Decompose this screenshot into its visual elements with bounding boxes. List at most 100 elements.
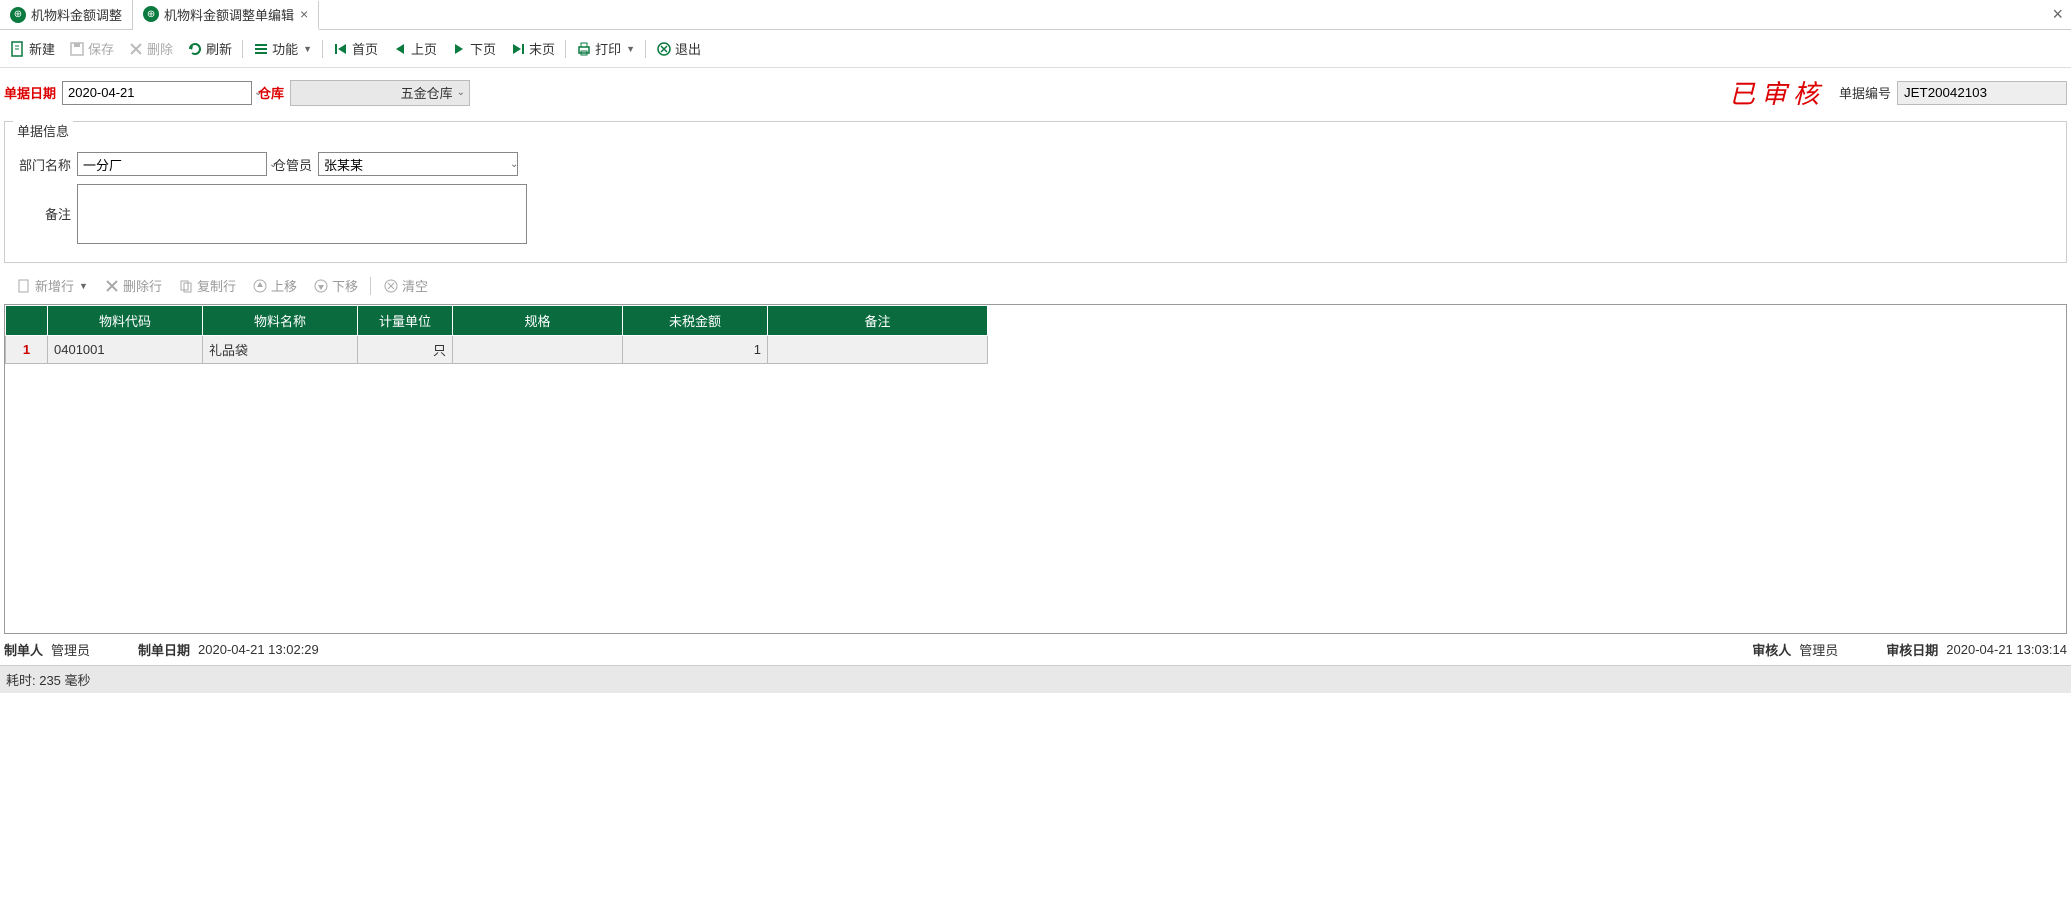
- col-header[interactable]: 规格: [453, 306, 623, 336]
- tab-adjust-list[interactable]: ⊕ 机物料金额调整: [0, 0, 133, 29]
- delete-button: 删除: [122, 36, 179, 61]
- save-icon: [69, 41, 85, 57]
- move-down-label: 下移: [332, 276, 358, 295]
- creator-label: 制单人: [4, 640, 43, 659]
- col-header[interactable]: 计量单位: [358, 306, 453, 336]
- new-label: 新建: [29, 39, 55, 58]
- keeper-field[interactable]: [319, 157, 505, 172]
- chevron-down-icon: ⌄: [457, 87, 465, 98]
- list-icon: [253, 41, 269, 57]
- prev-page-button[interactable]: 上页: [386, 36, 443, 61]
- del-row-button[interactable]: 删除行: [98, 273, 168, 298]
- function-label: 功能: [272, 39, 298, 58]
- add-row-button[interactable]: 新增行 ▼: [10, 273, 94, 298]
- move-up-label: 上移: [271, 276, 297, 295]
- clear-icon: [383, 278, 399, 294]
- print-label: 打印: [595, 39, 621, 58]
- tab-adjust-edit[interactable]: ⊕ 机物料金额调整单编辑 ×: [133, 1, 319, 30]
- col-header[interactable]: 物料代码: [48, 306, 203, 336]
- first-page-button[interactable]: 首页: [327, 36, 384, 61]
- docno-field: [1897, 81, 2067, 105]
- main-toolbar: 新建 保存 删除 刷新 功能 ▼ 首页 上页 下页 末页 打印 ▼: [0, 30, 2071, 68]
- delete-icon: [104, 278, 120, 294]
- separator: [565, 40, 566, 58]
- data-grid: 物料代码物料名称计量单位规格未税金额备注 10401001礼品袋只1: [5, 305, 988, 364]
- function-button[interactable]: 功能 ▼: [247, 36, 318, 61]
- prev-label: 上页: [411, 39, 437, 58]
- globe-icon: ⊕: [10, 7, 26, 23]
- refresh-label: 刷新: [206, 39, 232, 58]
- status-approved-stamp: 已审核: [1729, 74, 1825, 111]
- footer: 制单人 管理员 制单日期 2020-04-21 13:02:29 审核人 管理员…: [0, 634, 2071, 665]
- refresh-icon: [187, 41, 203, 57]
- grid-cell[interactable]: 只: [358, 336, 453, 364]
- grid-cell[interactable]: [453, 336, 623, 364]
- exit-button[interactable]: 退出: [650, 36, 707, 61]
- copy-row-label: 复制行: [197, 276, 236, 295]
- table-row[interactable]: 10401001礼品袋只1: [6, 336, 988, 364]
- warehouse-label: 仓库: [258, 83, 284, 102]
- rownum-header: [6, 306, 48, 336]
- warehouse-value: 五金仓库: [295, 83, 457, 102]
- grid-body: 10401001礼品袋只1: [6, 336, 988, 364]
- last-icon: [510, 41, 526, 57]
- prev-icon: [392, 41, 408, 57]
- window-close-icon[interactable]: ×: [2052, 4, 2063, 25]
- date-input[interactable]: ⌄: [62, 81, 252, 105]
- tab-label: 机物料金额调整: [31, 5, 122, 24]
- fieldset-title: 单据信息: [13, 121, 73, 140]
- grid-cell[interactable]: 1: [623, 336, 768, 364]
- move-down-button[interactable]: 下移: [307, 273, 364, 298]
- warehouse-select[interactable]: 五金仓库 ⌄: [290, 80, 470, 106]
- keeper-label: 仓管员: [273, 155, 312, 174]
- grid-header-row: 物料代码物料名称计量单位规格未税金额备注: [6, 306, 988, 336]
- next-icon: [451, 41, 467, 57]
- tab-label: 机物料金额调整单编辑: [164, 5, 294, 24]
- print-icon: [576, 41, 592, 57]
- dept-field[interactable]: [78, 157, 264, 172]
- create-date-value: 2020-04-21 13:02:29: [198, 642, 319, 657]
- add-row-label: 新增行: [35, 276, 74, 295]
- creator-value: 管理员: [51, 640, 90, 659]
- dept-label: 部门名称: [15, 155, 71, 174]
- col-header[interactable]: 未税金额: [623, 306, 768, 336]
- col-header[interactable]: 备注: [768, 306, 988, 336]
- chevron-down-icon: ▼: [626, 44, 635, 54]
- grid-container[interactable]: 物料代码物料名称计量单位规格未税金额备注 10401001礼品袋只1: [4, 304, 2067, 634]
- first-icon: [333, 41, 349, 57]
- doc-info-fieldset: 单据信息 部门名称 ⌄ 仓管员 ⌄ 备注: [4, 121, 2067, 263]
- copy-row-button[interactable]: 复制行: [172, 273, 242, 298]
- date-field[interactable]: [63, 85, 249, 100]
- exit-icon: [656, 41, 672, 57]
- docno-label: 单据编号: [1839, 83, 1891, 102]
- clear-button[interactable]: 清空: [377, 273, 434, 298]
- move-up-button[interactable]: 上移: [246, 273, 303, 298]
- audit-date-value: 2020-04-21 13:03:14: [1946, 642, 2067, 657]
- refresh-button[interactable]: 刷新: [181, 36, 238, 61]
- col-header[interactable]: 物料名称: [203, 306, 358, 336]
- last-page-button[interactable]: 末页: [504, 36, 561, 61]
- remark-label: 备注: [15, 184, 71, 223]
- chevron-down-icon[interactable]: ⌄: [505, 159, 523, 170]
- grid-cell[interactable]: [768, 336, 988, 364]
- header-row: 单据日期 ⌄ 仓库 五金仓库 ⌄ 已审核 单据编号: [0, 68, 2071, 117]
- tab-bar: ⊕ 机物料金额调整 ⊕ 机物料金额调整单编辑 × ×: [0, 0, 2071, 30]
- dept-select[interactable]: ⌄: [77, 152, 267, 176]
- delete-icon: [128, 41, 144, 57]
- rownum-cell: 1: [6, 336, 48, 364]
- grid-cell[interactable]: 礼品袋: [203, 336, 358, 364]
- chevron-down-icon: ▼: [303, 44, 312, 54]
- clear-label: 清空: [402, 276, 428, 295]
- print-button[interactable]: 打印 ▼: [570, 36, 641, 61]
- close-icon[interactable]: ×: [300, 6, 308, 22]
- new-button[interactable]: 新建: [4, 36, 61, 61]
- next-page-button[interactable]: 下页: [445, 36, 502, 61]
- keeper-select[interactable]: ⌄: [318, 152, 518, 176]
- new-icon: [16, 278, 32, 294]
- remark-textarea[interactable]: [77, 184, 527, 244]
- status-bar: 耗时: 235 毫秒: [0, 665, 2071, 693]
- separator: [322, 40, 323, 58]
- separator: [242, 40, 243, 58]
- grid-cell[interactable]: 0401001: [48, 336, 203, 364]
- globe-icon: ⊕: [143, 6, 159, 22]
